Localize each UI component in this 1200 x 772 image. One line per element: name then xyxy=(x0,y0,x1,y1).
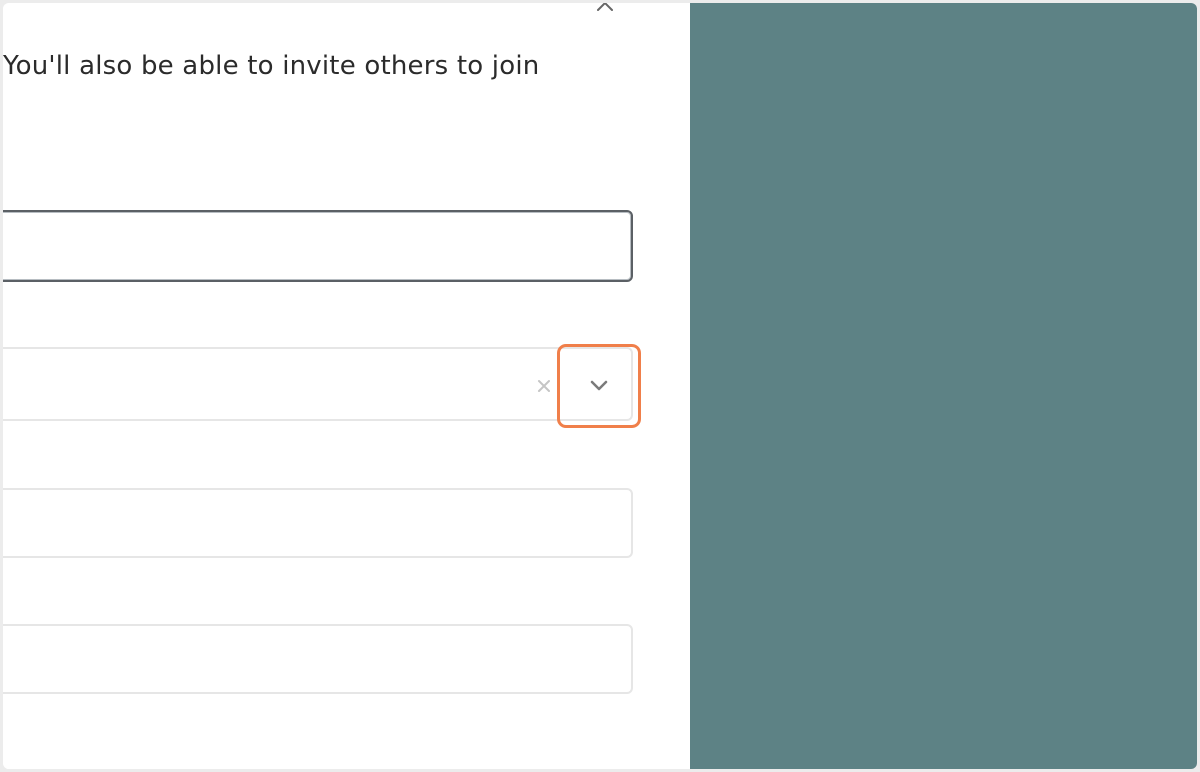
side-panel xyxy=(690,3,1197,769)
clear-button[interactable] xyxy=(533,375,555,397)
form-pane: You'll also be able to invite others to … xyxy=(3,3,691,769)
window-frame: You'll also be able to invite others to … xyxy=(3,3,1197,769)
text-field-1[interactable] xyxy=(3,210,633,282)
intro-text: You'll also be able to invite others to … xyxy=(3,51,540,81)
screen: You'll also be able to invite others to … xyxy=(0,0,1200,772)
close-button[interactable] xyxy=(591,3,619,17)
close-icon xyxy=(597,3,613,11)
text-field-4[interactable] xyxy=(3,624,633,694)
dropdown-toggle-button[interactable] xyxy=(557,344,641,428)
clear-icon xyxy=(538,380,550,392)
text-field-3[interactable] xyxy=(3,488,633,558)
chevron-down-icon xyxy=(590,380,608,391)
